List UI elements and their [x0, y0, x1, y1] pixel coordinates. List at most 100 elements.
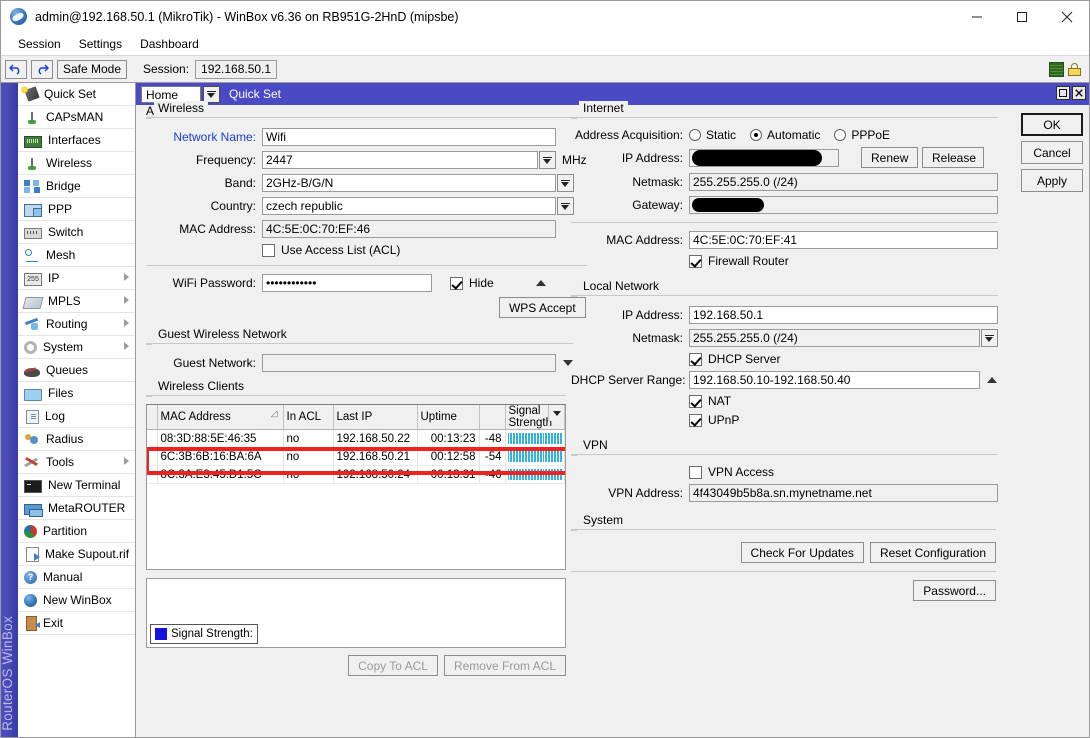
password-row: Password...: [571, 580, 996, 601]
sidebar-item-log[interactable]: Log: [18, 405, 135, 428]
sidebar-item-interfaces[interactable]: Interfaces: [18, 129, 135, 152]
lan-netmask-dropdown-icon[interactable]: [981, 329, 998, 347]
make-supout-icon: [26, 547, 39, 562]
network-name-input[interactable]: [262, 128, 556, 146]
sidebar-item-ip[interactable]: 255IP: [18, 267, 135, 290]
wan-mac-input[interactable]: [689, 231, 998, 249]
sidebar-item-queues[interactable]: Queues: [18, 359, 135, 382]
acquisition-static-radio[interactable]: [689, 129, 701, 141]
col-header-signal-strength[interactable]: Signal Strength: [505, 405, 565, 430]
sidebar-item-tools[interactable]: Tools: [18, 451, 135, 474]
sidebar-item-mesh[interactable]: Mesh: [18, 244, 135, 267]
use-acl-checkbox[interactable]: [262, 244, 275, 257]
upnp-checkbox[interactable]: [689, 414, 702, 427]
mode-combo-dropdown-icon[interactable]: [203, 86, 220, 103]
wan-ip-row: IP Address: Renew Release: [571, 147, 998, 168]
wireless-group: Wireless Network Name: Frequency: MHz: [146, 109, 587, 323]
acquisition-pppoe-radio[interactable]: [834, 129, 846, 141]
ok-button[interactable]: OK: [1021, 113, 1083, 136]
sidebar-item-routing[interactable]: Routing: [18, 313, 135, 336]
hide-password-label: Hide: [469, 276, 494, 290]
firewall-router-checkbox[interactable]: [689, 255, 702, 268]
undo-button[interactable]: [5, 60, 27, 79]
menu-dashboard[interactable]: Dashboard: [131, 35, 208, 53]
cancel-button[interactable]: Cancel: [1021, 141, 1083, 164]
sidebar-item-label: Manual: [43, 570, 82, 584]
reset-configuration-button[interactable]: Reset Configuration: [870, 542, 996, 563]
col-header-in-acl[interactable]: In ACL: [283, 405, 333, 430]
panel-close-button[interactable]: [1072, 86, 1086, 100]
sidebar-item-new-winbox[interactable]: New WinBox: [18, 589, 135, 612]
sidebar-item-capsman[interactable]: CAPsMAN: [18, 106, 135, 129]
sidebar-item-bridge[interactable]: Bridge: [18, 175, 135, 198]
remove-from-acl-button[interactable]: Remove From ACL: [444, 655, 566, 676]
mode-combo[interactable]: Home AP: [141, 86, 220, 103]
acquisition-automatic-radio[interactable]: [750, 129, 762, 141]
sidebar-item-wireless[interactable]: Wireless: [18, 152, 135, 175]
lan-ip-input[interactable]: [689, 306, 998, 324]
menu-settings[interactable]: Settings: [70, 35, 131, 53]
col-header-uptime[interactable]: Uptime: [417, 405, 479, 430]
wifi-password-input[interactable]: [262, 274, 432, 292]
wireless-clients-table-wrap[interactable]: MAC Address ◿ In ACL Last IP Uptime: [146, 404, 566, 570]
acl-buttons-row: Copy To ACL Remove From ACL: [146, 655, 566, 676]
col-header-signal-num[interactable]: [479, 405, 505, 430]
password-button[interactable]: Password...: [913, 580, 996, 601]
dhcp-server-row: DHCP Server: [689, 352, 998, 366]
sidebar-item-quick-set[interactable]: Quick Set: [18, 83, 135, 106]
lan-netmask-input[interactable]: [689, 329, 980, 347]
frequency-dropdown-icon[interactable]: [539, 151, 556, 169]
country-input[interactable]: [262, 197, 556, 215]
collapse-up-arrow-icon[interactable]: [536, 280, 546, 286]
hide-password-checkbox[interactable]: [450, 277, 463, 290]
nat-checkbox[interactable]: [689, 395, 702, 408]
nat-row: NAT: [689, 394, 998, 408]
interfaces-icon: [24, 136, 42, 148]
dhcp-server-checkbox[interactable]: [689, 353, 702, 366]
sidebar-item-new-terminal[interactable]: New Terminal: [18, 474, 135, 497]
frequency-input[interactable]: [262, 151, 538, 169]
col-header-mac[interactable]: MAC Address ◿: [157, 405, 283, 430]
mode-combo-value[interactable]: Home AP: [141, 86, 201, 103]
sidebar-item-exit[interactable]: Exit: [18, 612, 135, 635]
wan-mac-label: MAC Address:: [571, 233, 689, 247]
sidebar-item-partition[interactable]: Partition: [18, 520, 135, 543]
sidebar-item-radius[interactable]: Radius: [18, 428, 135, 451]
lan-netmask-label: Netmask:: [571, 331, 689, 345]
maximize-button[interactable]: [999, 2, 1044, 32]
dhcp-range-input[interactable]: [689, 371, 980, 389]
sidebar-item-mpls[interactable]: MPLS: [18, 290, 135, 313]
client-uptime: 00:13:23: [417, 430, 479, 448]
menu-session[interactable]: Session: [9, 35, 70, 53]
sidebar-item-make-supout-rif[interactable]: Make Supout.rif: [18, 543, 135, 566]
wireless-mac-label: MAC Address:: [146, 222, 262, 236]
close-button[interactable]: [1044, 2, 1089, 32]
sidebar-item-ppp[interactable]: PPP: [18, 198, 135, 221]
use-acl-label: Use Access List (ACL): [281, 243, 400, 257]
release-button[interactable]: Release: [922, 147, 984, 168]
copy-to-acl-button[interactable]: Copy To ACL: [348, 655, 438, 676]
col-header-last-ip[interactable]: Last IP: [333, 405, 417, 430]
table-row[interactable]: 08:3D:88:5E:46:35no192.168.50.2200:13:23…: [147, 430, 565, 448]
panel-restore-button[interactable]: [1056, 86, 1070, 100]
sidebar-item-switch[interactable]: Switch: [18, 221, 135, 244]
table-column-menu-icon[interactable]: [548, 405, 564, 421]
table-row[interactable]: 8C:3A:E3:45:D1:5Cno192.168.50.2400:13:31…: [147, 466, 565, 484]
redo-button[interactable]: [31, 60, 53, 79]
dhcp-range-collapse-icon[interactable]: [987, 377, 997, 383]
minimize-button[interactable]: [954, 2, 999, 32]
renew-button[interactable]: Renew: [861, 147, 918, 168]
check-for-updates-button[interactable]: Check For Updates: [741, 542, 864, 563]
vpn-access-checkbox[interactable]: [689, 466, 702, 479]
sidebar-item-files[interactable]: Files: [18, 382, 135, 405]
safe-mode-button[interactable]: Safe Mode: [57, 60, 127, 79]
guest-network-label: Guest Network:: [146, 356, 262, 370]
sidebar-item-system[interactable]: System: [18, 336, 135, 359]
apply-button[interactable]: Apply: [1021, 169, 1083, 192]
table-row[interactable]: 6C:3B:6B:16:BA:6Ano192.168.50.2100:12:58…: [147, 448, 565, 466]
sidebar-item-manual[interactable]: ?Manual: [18, 566, 135, 589]
band-input[interactable]: [262, 174, 556, 192]
menu-bar: Session Settings Dashboard: [1, 33, 1089, 55]
guest-network-input[interactable]: [262, 354, 556, 372]
sidebar-item-metarouter[interactable]: MetaROUTER: [18, 497, 135, 520]
